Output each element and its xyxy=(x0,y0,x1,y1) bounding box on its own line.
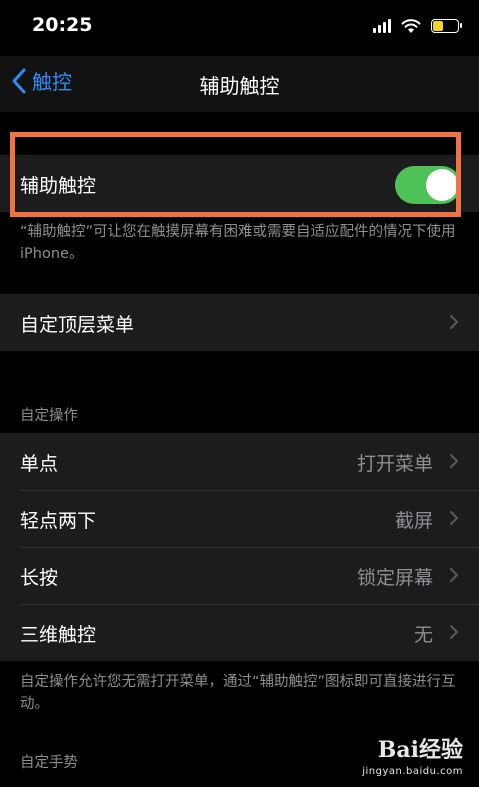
assistive-touch-footnote: “辅助触控”可让您在触摸屏幕有困难或需要自适应配件的情况下使用iPhone。 xyxy=(20,224,456,262)
chevron-right-icon xyxy=(450,625,458,639)
watermark-url: jingyan.baidu.com xyxy=(362,766,463,777)
3d-touch-value: 无 xyxy=(413,624,433,646)
long-press-label: 长按 xyxy=(20,567,59,589)
custom-actions-footnote: 自定操作允许您无需打开菜单，通过“辅助触控”图标即可直接进行互动。 xyxy=(20,674,456,712)
status-bar: 20:25 xyxy=(0,0,479,56)
double-tap-label: 轻点两下 xyxy=(20,510,97,532)
customize-top-menu-row[interactable]: 自定顶层菜单 xyxy=(0,294,479,351)
double-tap-value: 截屏 xyxy=(394,510,433,532)
top-menu-group: 自定顶层菜单 xyxy=(0,294,479,351)
3d-touch-row[interactable]: 三维触控 无 xyxy=(0,604,479,661)
customize-top-menu-label: 自定顶层菜单 xyxy=(20,314,135,336)
status-icons xyxy=(373,18,462,34)
chevron-right-icon xyxy=(450,511,458,525)
custom-gestures-header: 自定手势 xyxy=(20,755,78,771)
double-tap-row[interactable]: 轻点两下 截屏 xyxy=(0,490,479,547)
chevron-right-icon xyxy=(450,454,458,468)
highlight-box xyxy=(10,132,461,217)
long-press-value: 锁定屏幕 xyxy=(356,567,433,589)
single-tap-value: 打开菜单 xyxy=(356,453,433,475)
single-tap-label: 单点 xyxy=(20,453,59,475)
custom-actions-group: 单点 打开菜单 轻点两下 截屏 长按 锁定屏幕 三维触控 无 xyxy=(0,433,479,661)
baidu-jingyan-watermark: Bai经验 jingyan.baidu.com xyxy=(362,732,463,777)
single-tap-row[interactable]: 单点 打开菜单 xyxy=(0,433,479,490)
chevron-right-icon xyxy=(450,568,458,582)
status-time: 20:25 xyxy=(32,14,93,36)
long-press-row[interactable]: 长按 锁定屏幕 xyxy=(0,547,479,604)
page-title: 辅助触控 xyxy=(199,74,280,98)
custom-actions-header: 自定操作 xyxy=(20,408,78,424)
chevron-right-icon xyxy=(450,315,458,329)
navigation-bar: 触控 辅助触控 xyxy=(0,56,479,112)
wifi-icon xyxy=(401,19,421,33)
watermark-logo: Bai经验 xyxy=(377,737,463,763)
battery-charging-icon xyxy=(431,19,462,33)
cellular-signal-icon xyxy=(373,19,391,33)
3d-touch-label: 三维触控 xyxy=(20,624,97,646)
